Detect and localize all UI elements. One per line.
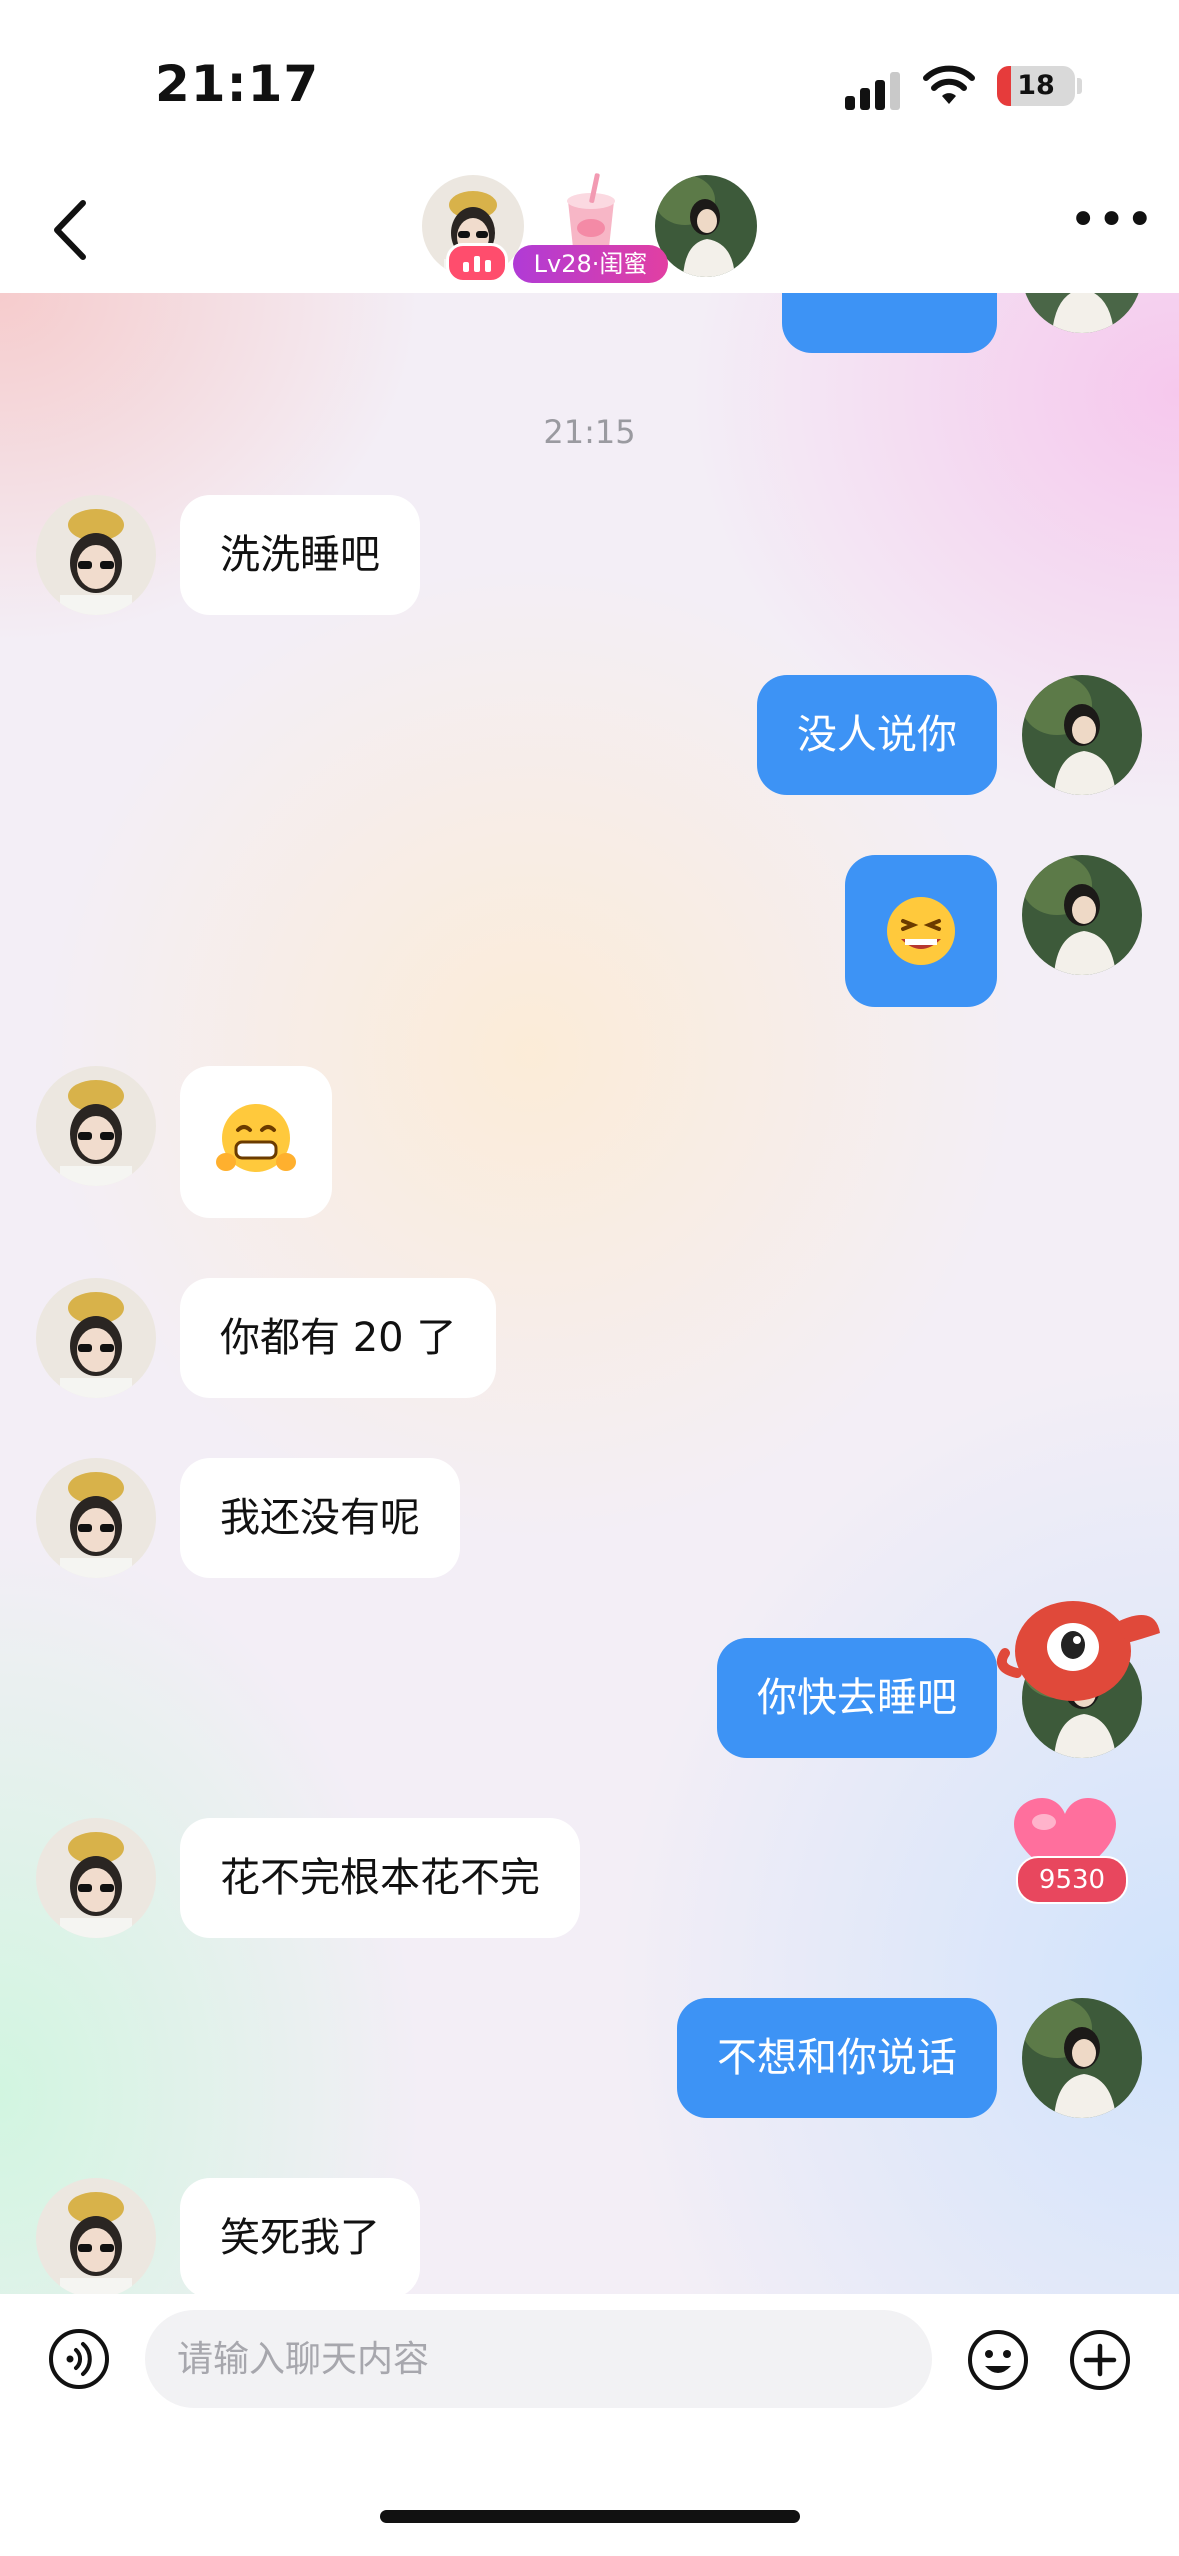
my-avatar[interactable] xyxy=(1022,1998,1142,2118)
my-avatar[interactable] xyxy=(1022,293,1142,333)
wifi-icon xyxy=(923,65,975,104)
message-bubble-outgoing[interactable]: 没人说你 xyxy=(757,675,997,795)
mascot-sticker-icon xyxy=(997,1601,1160,1701)
friend-avatar[interactable] xyxy=(36,2178,156,2294)
more-icon[interactable]: ••• xyxy=(1069,196,1154,255)
status-bar: 21:17 18 xyxy=(0,0,1179,165)
message-bubble-incoming[interactable]: 我还没有呢 xyxy=(180,1458,460,1578)
battery-icon: 18 xyxy=(997,66,1075,106)
emoji-bubble-outgoing[interactable] xyxy=(845,855,997,1007)
message-input[interactable] xyxy=(145,2310,932,2408)
message-bubble-outgoing[interactable]: 你快去睡吧 xyxy=(717,1638,997,1758)
heart-count-badge: 9530 xyxy=(1016,1856,1128,1904)
friend-avatar[interactable] xyxy=(36,495,156,615)
emoji-bubble-incoming[interactable] xyxy=(180,1066,332,1218)
chat-header: Lv28·闺蜜 ••• xyxy=(0,165,1179,293)
my-avatar[interactable] xyxy=(1022,855,1142,975)
friend-avatar[interactable] xyxy=(36,1066,156,1186)
plus-icon[interactable] xyxy=(1068,2328,1132,2392)
grinning-squint-emoji xyxy=(887,897,955,965)
live-audio-badge xyxy=(446,243,508,283)
message-bubble-incoming[interactable]: 笑死我了 xyxy=(180,2178,420,2294)
message-bubble-incoming[interactable]: 花不完根本花不完 xyxy=(180,1818,580,1938)
message-bubble-outgoing[interactable]: 不想和你说话 xyxy=(677,1998,997,2118)
battery-level: 18 xyxy=(1017,70,1055,101)
friend-avatar[interactable] xyxy=(36,1458,156,1578)
voice-icon[interactable] xyxy=(48,2328,110,2390)
friend-avatar[interactable] xyxy=(36,1278,156,1398)
emoji-picker-icon[interactable] xyxy=(966,2328,1030,2392)
message-bubble-incoming[interactable]: 你都有 20 了 xyxy=(180,1278,497,1398)
message-timestamp: 21:15 xyxy=(543,413,636,451)
my-avatar[interactable] xyxy=(655,175,757,277)
chat-area[interactable]: 21:15 洗洗睡吧 没人说你 你都有 20 了 我还没有呢 你快去睡吧 花不完… xyxy=(0,293,1179,2294)
battery-tip xyxy=(1077,78,1082,94)
level-badge: Lv28·闺蜜 xyxy=(513,245,668,283)
back-icon[interactable] xyxy=(45,195,105,265)
my-avatar[interactable] xyxy=(1022,675,1142,795)
friend-avatar[interactable] xyxy=(36,1818,156,1938)
home-indicator xyxy=(380,2510,800,2523)
message-bubble-partial[interactable] xyxy=(782,293,997,353)
signal-icon xyxy=(845,70,905,110)
grin-hands-emoji xyxy=(216,1104,296,1172)
message-bubble-incoming[interactable]: 洗洗睡吧 xyxy=(180,495,420,615)
status-time: 21:17 xyxy=(155,55,320,113)
